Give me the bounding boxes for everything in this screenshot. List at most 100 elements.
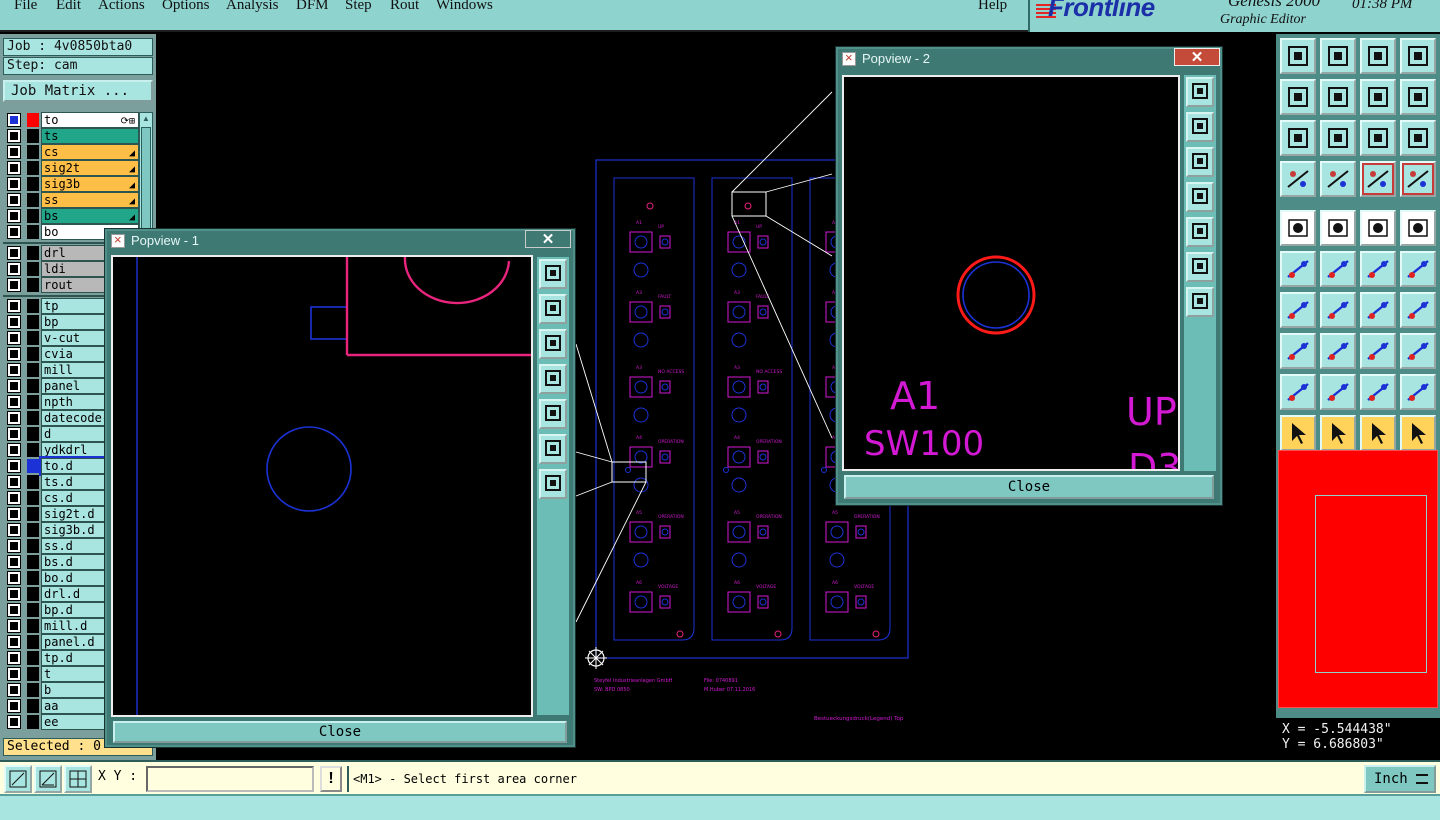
menu-rout[interactable]: Rout: [390, 0, 419, 14]
polygon-add-button[interactable]: [1280, 374, 1316, 410]
grid-mode-button[interactable]: [64, 765, 92, 793]
layer-color-swatch[interactable]: [27, 395, 39, 409]
zoom-home-button[interactable]: [1280, 38, 1316, 74]
popview-2-close-x-button[interactable]: ✕: [1174, 48, 1220, 66]
menu-dfm[interactable]: DFM: [296, 0, 329, 14]
select-feature-button[interactable]: [1280, 210, 1316, 246]
mirror-button[interactable]: [1400, 292, 1436, 328]
layer-checkbox[interactable]: [7, 193, 21, 207]
layer-checkbox[interactable]: [7, 683, 21, 697]
layer-color-swatch[interactable]: [27, 363, 39, 377]
connect-pads-button[interactable]: [1280, 251, 1316, 287]
pv1-pan-up-button[interactable]: [539, 294, 567, 324]
layer-checkbox[interactable]: [7, 278, 21, 292]
layer-color-swatch[interactable]: [27, 699, 39, 713]
pv2-pan-up-button[interactable]: [1186, 112, 1214, 142]
layer-color-swatch[interactable]: [27, 161, 39, 175]
layer-color-swatch[interactable]: [27, 459, 39, 473]
layer-color-swatch[interactable]: [27, 507, 39, 521]
layer-color-swatch[interactable]: [27, 193, 39, 207]
pad-select-button[interactable]: [1320, 210, 1356, 246]
help-button[interactable]: [1400, 120, 1436, 156]
layer-checkbox[interactable]: [7, 651, 21, 665]
layer-color-swatch[interactable]: [27, 491, 39, 505]
xy-input[interactable]: [146, 766, 314, 792]
rotate-button[interactable]: [1360, 292, 1396, 328]
pv2-pan-down-button[interactable]: [1186, 147, 1214, 177]
pointer-box-button[interactable]: [1320, 415, 1356, 451]
layer-color-swatch[interactable]: [27, 683, 39, 697]
layer-checkbox[interactable]: [7, 315, 21, 329]
surface-add-button[interactable]: [1360, 374, 1396, 410]
pv2-zoom-home-button[interactable]: [1186, 77, 1214, 107]
line-add-button[interactable]: [1320, 292, 1356, 328]
layer-checkbox[interactable]: [7, 523, 21, 537]
layer-checkbox[interactable]: [7, 411, 21, 425]
layer-checkbox[interactable]: [7, 379, 21, 393]
menu-edit[interactable]: Edit: [56, 0, 81, 14]
layer-checkbox[interactable]: [7, 113, 21, 127]
layer-color-swatch[interactable]: [27, 475, 39, 489]
layer-name[interactable]: to ⟳⊞: [41, 112, 139, 128]
redraw-button[interactable]: [1360, 79, 1396, 115]
layer-checkbox[interactable]: [7, 587, 21, 601]
menu-help[interactable]: Help: [978, 0, 1007, 14]
layer-color-swatch[interactable]: [27, 278, 39, 292]
layer-color-swatch[interactable]: [27, 411, 39, 425]
layer-checkbox[interactable]: [7, 225, 21, 239]
layer-name[interactable]: cs ◢: [41, 144, 139, 160]
layer-checkbox[interactable]: [7, 262, 21, 276]
menu-options[interactable]: Options: [162, 0, 210, 14]
layer-checkbox[interactable]: [7, 331, 21, 345]
popview-1-close-x-button[interactable]: ✕: [525, 230, 571, 248]
layer-checkbox[interactable]: [7, 145, 21, 159]
pan-left-button[interactable]: [1280, 79, 1316, 115]
popview-2-view[interactable]: A1 SW100 UP D3: [842, 75, 1180, 471]
measure-ruler-button[interactable]: [1360, 210, 1396, 246]
layer-checkbox[interactable]: [7, 427, 21, 441]
layer-row-bs[interactable]: bs ◢: [3, 208, 139, 224]
measure-mode-button[interactable]: [34, 765, 62, 793]
zoom-back-button[interactable]: [1400, 79, 1436, 115]
menu-file[interactable]: File: [14, 0, 37, 14]
layer-checkbox[interactable]: [7, 539, 21, 553]
layer-row-sig3b[interactable]: sig3b ◢: [3, 176, 139, 192]
surface-cut-button[interactable]: [1400, 374, 1436, 410]
add-point-button[interactable]: [1400, 251, 1436, 287]
job-matrix-button[interactable]: Job Matrix ...: [3, 80, 153, 102]
layer-checkbox[interactable]: [7, 161, 21, 175]
layer-color-swatch[interactable]: [27, 427, 39, 441]
layer-checkbox[interactable]: [7, 619, 21, 633]
pv2-pan-right-button[interactable]: [1186, 217, 1214, 247]
menu-analysis[interactable]: Analysis: [226, 0, 279, 14]
pv1-zoom-home-button[interactable]: [539, 259, 567, 289]
layer-checkbox[interactable]: [7, 507, 21, 521]
menu-step[interactable]: Step: [345, 0, 372, 14]
layer-row-ss[interactable]: ss ◢: [3, 192, 139, 208]
layer-color-swatch[interactable]: [27, 539, 39, 553]
layer-name[interactable]: ts: [41, 128, 139, 144]
layer-color-swatch[interactable]: [27, 129, 39, 143]
pv1-pan-right-button[interactable]: [539, 399, 567, 429]
probe-button[interactable]: [1320, 161, 1356, 197]
layer-name[interactable]: ss ◢: [41, 192, 139, 208]
pointer-net-button[interactable]: [1400, 415, 1436, 451]
layer-checkbox[interactable]: [7, 699, 21, 713]
copy-feature-button[interactable]: [1400, 210, 1436, 246]
layer-checkbox[interactable]: [7, 459, 21, 473]
layer-color-swatch[interactable]: [27, 715, 39, 729]
warning-icon[interactable]: !: [320, 766, 342, 792]
menu-actions[interactable]: Actions: [98, 0, 145, 14]
snap-mode-button[interactable]: [4, 765, 32, 793]
layer-checkbox[interactable]: [7, 395, 21, 409]
layer-color-swatch[interactable]: [27, 315, 39, 329]
layer-color-swatch[interactable]: [27, 225, 39, 239]
layer-checkbox[interactable]: [7, 555, 21, 569]
layer-name[interactable]: sig3b ◢: [41, 176, 139, 192]
layer-color-swatch[interactable]: [27, 246, 39, 260]
layer-checkbox[interactable]: [7, 715, 21, 729]
pv1-pan-down-button[interactable]: [539, 329, 567, 359]
layer-color-swatch[interactable]: [27, 145, 39, 159]
layer-color-swatch[interactable]: [27, 571, 39, 585]
pv2-zoom-in-button[interactable]: [1186, 252, 1214, 282]
